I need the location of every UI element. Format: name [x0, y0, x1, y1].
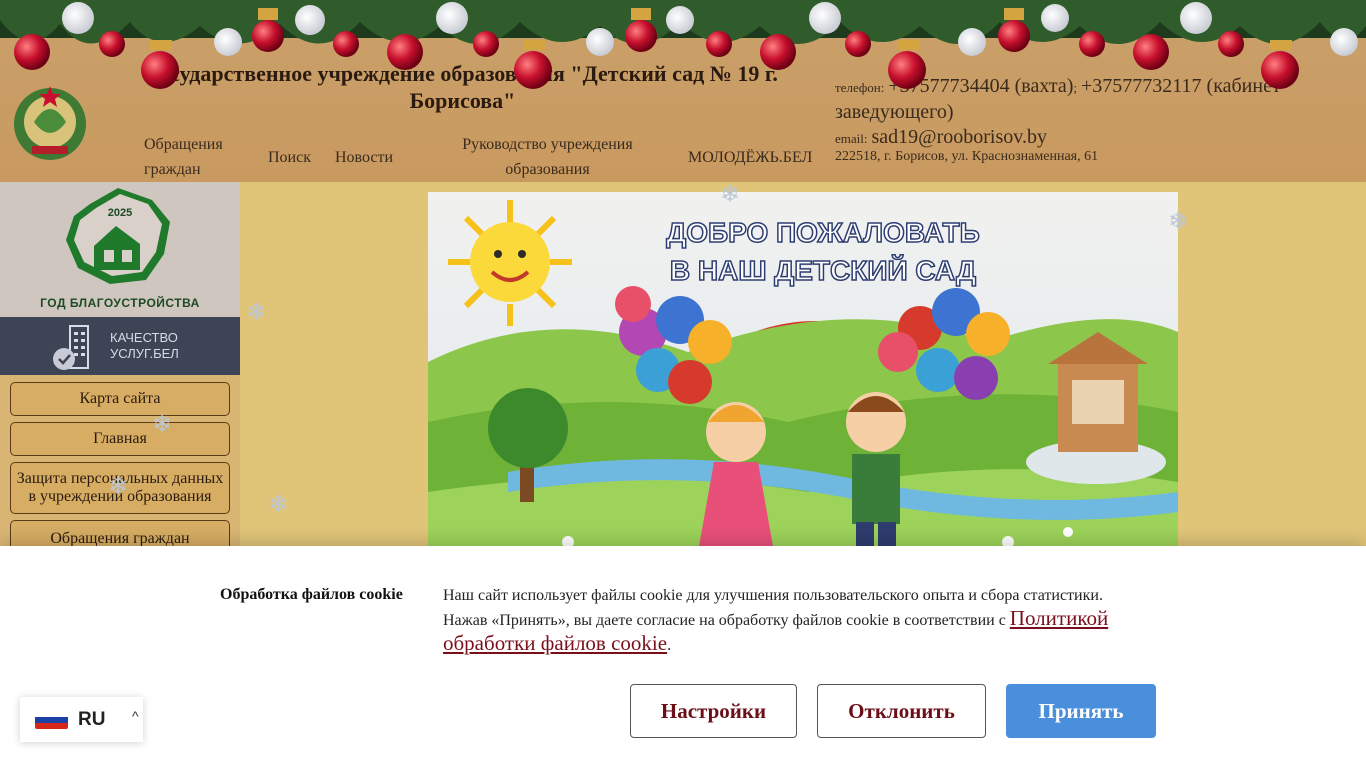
language-switcher[interactable]: RU ^ [20, 697, 143, 742]
email-label: email: [835, 131, 868, 146]
snowflake-icon: ❄ [108, 474, 129, 500]
cookie-description: Наш сайт использует файлы cookie для улу… [443, 584, 1133, 657]
site-header: Государственное учреждение образования "… [0, 0, 1366, 182]
nav-link-appeals[interactable]: Обращения граждан [144, 132, 234, 182]
email-link[interactable]: sad19@rooborisov.by [872, 126, 1047, 148]
phone-1[interactable]: +37577734404 (вахта) [888, 75, 1073, 97]
snowflake-icon: ❄ [246, 300, 267, 326]
welcome-banner-image: ДОБРО ПОЖАЛОВАТЬ В НАШ ДЕТСКИЙ САД [428, 192, 1178, 572]
address-text: 222518, г. Борисов, ул. Краснознаменная,… [835, 149, 1099, 164]
nav-link-youth[interactable]: МОЛОДЁЖЬ.БЕЛ [688, 145, 812, 170]
russia-flag-icon [35, 711, 68, 729]
phone-label: телефон: [835, 80, 885, 95]
snowflake-icon: ❄ [1168, 209, 1189, 235]
cookie-text-body: Наш сайт использует файлы cookie для улу… [443, 587, 1103, 629]
site-title: Государственное учреждение образования "… [147, 61, 778, 113]
welcome-line1: ДОБРО ПОЖАЛОВАТЬ [666, 217, 979, 248]
year-caption: ГОД БЛАГОУСТРОЙСТВА [40, 296, 200, 310]
nav-link-search[interactable]: Поиск [268, 145, 311, 170]
kindergarten-welcome-illustration: ДОБРО ПОЖАЛОВАТЬ В НАШ ДЕТСКИЙ САД [428, 192, 1178, 572]
quality-line1: КАЧЕСТВО [110, 330, 178, 345]
nav-link-news[interactable]: Новости [335, 145, 393, 170]
chevron-up-icon: ^ [132, 708, 139, 724]
language-code: RU [78, 709, 106, 730]
sidebar-item-sitemap[interactable]: Карта сайта [10, 382, 230, 416]
building-check-icon [53, 325, 89, 370]
cookie-text-end: . [667, 637, 672, 654]
contact-info: телефон: +37577734404 (вахта); +37577732… [835, 74, 1335, 165]
nav-link-management[interactable]: Руководство учреждения образования [455, 132, 640, 182]
belarus-map-house-icon: 2025 [66, 188, 170, 284]
quality-services-banner[interactable]: КАЧЕСТВО УСЛУГ.БЕЛ [0, 317, 240, 375]
year-of-improvement-banner[interactable]: 2025 ГОД БЛАГОУСТРОЙСТВА [0, 182, 240, 317]
welcome-line2: В НАШ ДЕТСКИЙ САД [670, 254, 976, 286]
year-number: 2025 [108, 207, 132, 219]
cookie-consent-banner: Обработка файлов cookie Наш сайт использ… [0, 546, 1366, 768]
top-navigation: Обращения граждан Поиск Новости Руководс… [130, 132, 820, 182]
belarus-emblem-icon [14, 86, 86, 160]
sidebar-item-home[interactable]: Главная [10, 422, 230, 456]
phone-separator: ; [1073, 80, 1078, 95]
snowflake-icon: ❄ [152, 412, 173, 438]
quality-line2: УСЛУГ.БЕЛ [110, 346, 179, 361]
cookie-settings-button[interactable]: Настройки [630, 684, 797, 738]
cookie-accept-button[interactable]: Принять [1006, 684, 1156, 738]
cookie-decline-button[interactable]: Отклонить [817, 684, 986, 738]
cookie-title: Обработка файлов cookie [220, 586, 403, 603]
snowflake-icon: ❄ [268, 492, 289, 518]
snowflake-icon: ❄ [720, 182, 741, 208]
